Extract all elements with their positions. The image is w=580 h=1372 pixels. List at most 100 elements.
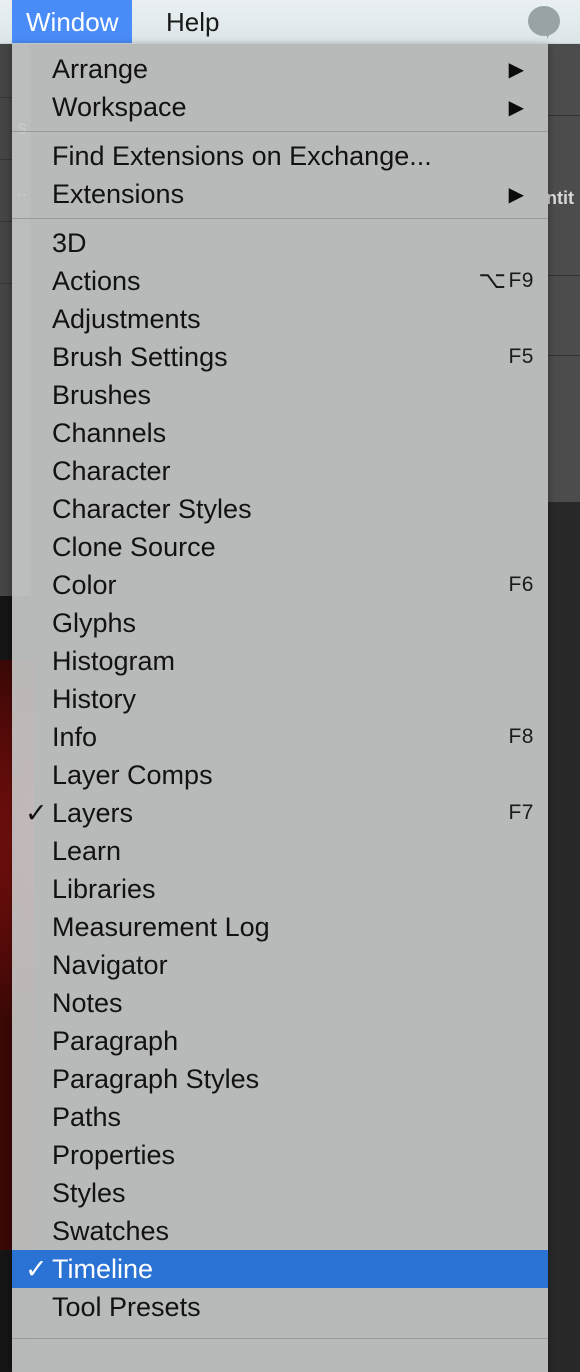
menu-item-measurement-log[interactable]: Measurement Log [12, 908, 548, 946]
menu-item-shortcut: F7 [508, 794, 534, 832]
menu-bar: Window Help [0, 0, 580, 44]
menu-bottom-separator [12, 1338, 548, 1339]
panel-slot[interactable] [548, 276, 580, 356]
menu-item-properties[interactable]: Properties [12, 1136, 548, 1174]
menu-item-label: Info [52, 721, 98, 752]
menu-item-character-styles[interactable]: Character Styles [12, 490, 548, 528]
menu-item-arrange[interactable]: Arrange ▶ [12, 50, 548, 88]
document-tab-label[interactable]: ntit [548, 176, 580, 220]
menu-item-label: Paragraph Styles [52, 1063, 260, 1094]
menubar-item-window[interactable]: Window [12, 0, 133, 44]
menu-item-workspace[interactable]: Workspace ▶ [12, 88, 548, 126]
menu-item-histogram[interactable]: Histogram [12, 642, 548, 680]
menu-bottom-padding [12, 1326, 548, 1333]
menu-item-label: Color [52, 569, 117, 600]
submenu-arrow-icon: ▶ [508, 183, 524, 206]
menu-item-label: Notes [52, 987, 123, 1018]
menu-item-label: Arrange [52, 53, 149, 84]
menu-item-brushes[interactable]: Brushes [12, 376, 548, 414]
menu-item-label: Clone Source [52, 531, 216, 562]
right-panel-column [547, 36, 580, 502]
menu-item-label: Measurement Log [52, 911, 270, 942]
menu-item-tool-presets[interactable]: Tool Presets [12, 1288, 548, 1326]
menu-item-label: Histogram [52, 645, 176, 676]
menu-item-paths[interactable]: Paths [12, 1098, 548, 1136]
avatar-bubble-shape [528, 6, 560, 36]
menu-item-label: Paths [52, 1101, 122, 1132]
menu-item-label: History [52, 683, 137, 714]
menu-item-shortcut-key: F9 [508, 269, 534, 292]
menu-item-paragraph-styles[interactable]: Paragraph Styles [12, 1060, 548, 1098]
checkmark-icon: ✓ [25, 1253, 48, 1284]
menu-item-label: Properties [52, 1139, 176, 1170]
menu-item-info[interactable]: Info F8 [12, 718, 548, 756]
submenu-arrow-icon: ▶ [508, 96, 524, 119]
menu-item-label: Timeline [52, 1253, 154, 1284]
menu-item-extensions[interactable]: Extensions ▶ [12, 175, 548, 213]
menu-item-label: Find Extensions on Exchange... [52, 140, 432, 171]
menu-item-label: Tool Presets [52, 1291, 201, 1322]
menu-item-history[interactable]: History [12, 680, 548, 718]
menu-item-label: Learn [52, 835, 122, 866]
option-key-icon: ⌥ [478, 266, 507, 294]
menu-item-layer-comps[interactable]: Layer Comps [12, 756, 548, 794]
menu-item-label: Paragraph [52, 1025, 179, 1056]
menu-item-label: Channels [52, 417, 167, 448]
menu-separator [12, 218, 548, 219]
menu-item-styles[interactable]: Styles [12, 1174, 548, 1212]
menu-item-shortcut-key: F8 [508, 725, 534, 748]
menu-item-label: Brushes [52, 379, 152, 410]
speech-bubble-avatar-icon[interactable] [528, 6, 562, 40]
menu-item-label: Workspace [52, 91, 187, 122]
menu-item-shortcut-key: F7 [508, 801, 534, 824]
submenu-arrow-icon: ▶ [508, 58, 524, 81]
menu-item-label: Glyphs [52, 607, 137, 638]
menu-item-find-extensions-on-exchange[interactable]: Find Extensions on Exchange... [12, 137, 548, 175]
menu-item-brush-settings[interactable]: Brush Settings F5 [12, 338, 548, 376]
menu-item-label: Character Styles [52, 493, 252, 524]
menu-item-learn[interactable]: Learn [12, 832, 548, 870]
menu-item-label: Libraries [52, 873, 156, 904]
menu-item-character[interactable]: Character [12, 452, 548, 490]
menu-separator [12, 131, 548, 132]
menu-item-paragraph[interactable]: Paragraph [12, 1022, 548, 1060]
menu-item-label: Actions [52, 265, 141, 296]
panel-slot[interactable] [548, 36, 580, 116]
menu-item-shortcut-key: F6 [508, 573, 534, 596]
menu-item-label: Layer Comps [52, 759, 213, 790]
menu-item-layers[interactable]: ✓ Layers F7 [12, 794, 548, 832]
menu-item-label: Swatches [52, 1215, 170, 1246]
menu-item-3d[interactable]: 3D [12, 224, 548, 262]
menu-item-label: Styles [52, 1177, 126, 1208]
menu-item-label: Navigator [52, 949, 168, 980]
menu-item-notes[interactable]: Notes [12, 984, 548, 1022]
menu-item-timeline[interactable]: ✓ Timeline [12, 1250, 548, 1288]
menu-item-label: Adjustments [52, 303, 201, 334]
menu-item-shortcut: ⌥ F9 [478, 262, 534, 300]
menu-item-swatches[interactable]: Swatches [12, 1212, 548, 1250]
menu-item-clone-source[interactable]: Clone Source [12, 528, 548, 566]
menu-item-shortcut: F5 [508, 338, 534, 376]
menubar-item-help-label: Help [166, 6, 220, 37]
menu-item-actions[interactable]: Actions ⌥ F9 [12, 262, 548, 300]
right-dark-panel [548, 502, 580, 1372]
menu-item-label: 3D [52, 227, 87, 258]
menubar-item-help[interactable]: Help [152, 0, 233, 44]
menu-item-label: Brush Settings [52, 341, 228, 372]
menu-item-label: Character [52, 455, 171, 486]
menubar-item-window-label: Window [26, 6, 119, 37]
menu-item-shortcut: F6 [508, 566, 534, 604]
avatar-bubble-tail [547, 28, 553, 39]
menu-item-shortcut-key: F5 [508, 345, 534, 368]
menu-item-label: Layers [52, 797, 134, 828]
menu-item-adjustments[interactable]: Adjustments [12, 300, 548, 338]
menu-item-channels[interactable]: Channels [12, 414, 548, 452]
menu-item-label: Extensions [52, 178, 185, 209]
menu-item-glyphs[interactable]: Glyphs [12, 604, 548, 642]
menu-top-padding [12, 43, 548, 50]
menu-item-libraries[interactable]: Libraries [12, 870, 548, 908]
menu-item-shortcut: F8 [508, 718, 534, 756]
menu-item-navigator[interactable]: Navigator [12, 946, 548, 984]
checkmark-icon: ✓ [25, 797, 48, 828]
menu-item-color[interactable]: Color F6 [12, 566, 548, 604]
